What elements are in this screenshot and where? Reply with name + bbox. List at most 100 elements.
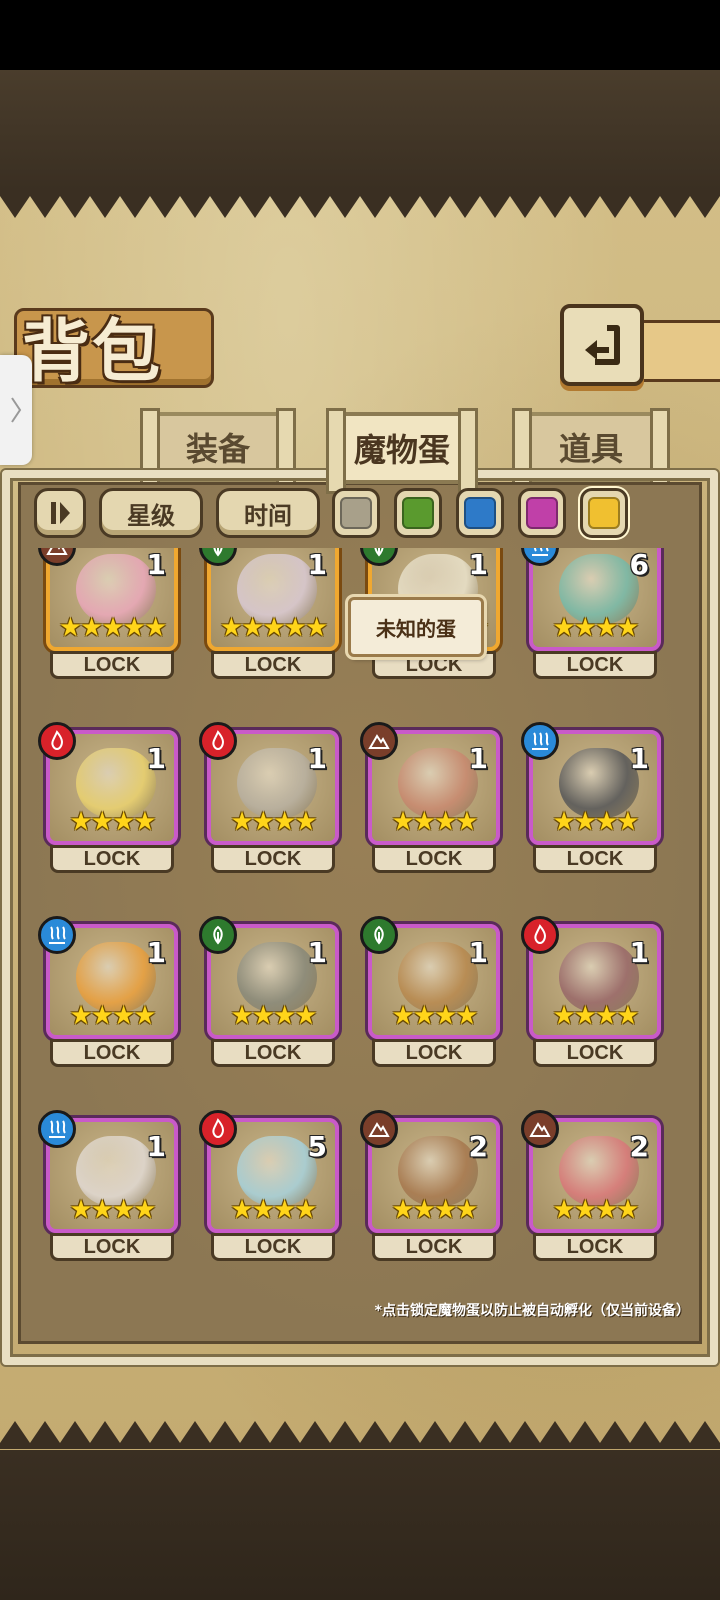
rarity-filter-blue[interactable] [456,488,504,538]
zigzag-border-bottom [0,1421,720,1449]
egg-count: 5 [307,1130,327,1163]
sort-toggle-icon [51,502,70,524]
egg-count: 1 [146,742,166,775]
bottom-map-strip [0,1450,720,1600]
egg-card[interactable]: 5 ★★★★ LOCK [199,1110,339,1263]
lock-button[interactable]: LOCK [50,1039,174,1067]
star-rating: ★★★★ [230,1195,317,1225]
egg-card[interactable]: 1 ★★★★ LOCK [199,916,339,1069]
sort-order-button[interactable] [34,488,86,538]
lock-button[interactable]: LOCK [533,651,657,679]
egg-card[interactable]: 1 ★★★★ LOCK [521,722,661,875]
lock-button[interactable]: LOCK [211,1039,335,1067]
star-rating: ★★★★ [391,807,478,837]
earth-element-icon [46,548,68,555]
star-rating: ★★★★ [69,807,156,837]
star-rating: ★★★★ [552,1001,639,1031]
star-rating: ★★★★ [230,807,317,837]
egg-count: 1 [307,936,327,969]
rarity-color-chip [402,497,434,529]
leaf-element-badge [199,916,237,954]
lock-button[interactable]: LOCK [372,845,496,873]
egg-card[interactable]: 1 ★★★★★ LOCK [38,548,178,681]
egg-count: 1 [146,936,166,969]
star-rating: ★★★★ [552,613,639,643]
star-rating: ★★★★ [552,807,639,837]
status-bar [0,0,720,70]
egg-card[interactable]: 1 ★★★★ LOCK [360,916,500,1069]
fire-element-icon [51,730,63,750]
egg-card[interactable]: 1 ★★★★ LOCK [199,722,339,875]
lock-hint-footnote: *点击锁定魔物蛋以防止被自动孵化（仅当前设备） [374,1303,690,1319]
top-map-strip [0,70,720,190]
egg-card[interactable]: 1 ★★★★ LOCK [360,722,500,875]
egg-card[interactable]: 1 ★★★★ LOCK [38,1110,178,1263]
leaf-element-icon [374,548,384,557]
egg-card[interactable]: 1 ★★★★ LOCK [38,916,178,1069]
egg-card[interactable]: 2 ★★★★ LOCK [521,1110,661,1263]
star-rating: ★★★★★ [219,613,329,643]
water-element-badge [38,916,76,954]
egg-card[interactable]: 1 ★★★★ LOCK [38,722,178,875]
rarity-color-chip [588,497,620,529]
page-title: 背包 [22,312,163,392]
tab-monster-eggs[interactable]: 魔物蛋 [326,408,478,494]
egg-count: 1 [629,936,649,969]
rarity-filter-purple[interactable] [518,488,566,538]
lock-button[interactable]: LOCK [50,845,174,873]
egg-count: 1 [468,936,488,969]
egg-count: 1 [146,548,166,581]
sort-by-time-button[interactable]: 时间 [216,488,320,538]
egg-count: 1 [629,742,649,775]
fire-element-badge [199,722,237,760]
back-button[interactable] [560,304,644,386]
egg-count: 2 [468,1130,488,1163]
lock-button[interactable]: LOCK [533,1039,657,1067]
rarity-filter-gold[interactable] [580,488,628,538]
lock-button[interactable]: LOCK [211,845,335,873]
rarity-color-chip [526,497,558,529]
fire-element-icon [534,924,546,944]
lock-button[interactable]: LOCK [50,651,174,679]
egg-card[interactable]: 1 ★★★★★ LOCK [199,548,339,681]
lock-button[interactable]: LOCK [50,1233,174,1261]
water-element-icon [49,926,66,944]
egg-card[interactable]: 2 ★★★★ LOCK [360,1110,500,1263]
water-element-icon [532,732,549,750]
fire-element-badge [521,916,559,954]
side-drawer-handle[interactable] [0,355,32,465]
earth-element-icon [368,1122,390,1137]
lock-button[interactable]: LOCK [372,1039,496,1067]
earth-element-badge [360,722,398,760]
egg-count: 1 [146,1130,166,1163]
water-element-badge [521,722,559,760]
egg-count: 1 [307,548,327,581]
fire-element-icon [212,730,224,750]
lock-button[interactable]: LOCK [533,845,657,873]
fire-element-badge [38,722,76,760]
water-element-icon [532,548,549,556]
earth-element-badge [521,1110,559,1148]
egg-card[interactable]: 6 ★★★★ LOCK [521,548,661,681]
egg-count: 2 [629,1130,649,1163]
leaf-element-icon [213,548,223,557]
rarity-filter-gray[interactable] [332,488,380,538]
egg-card[interactable]: 1 ★★★★ LOCK [521,916,661,1069]
water-element-badge [38,1110,76,1148]
fire-element-badge [199,1110,237,1148]
water-element-icon [49,1120,66,1138]
sort-by-time-label: 时间 [244,501,292,530]
rarity-filter-green[interactable] [394,488,442,538]
lock-button[interactable]: LOCK [211,1233,335,1261]
sort-by-star-button[interactable]: 星级 [99,488,203,538]
star-rating: ★★★★★ [58,613,168,643]
lock-button[interactable]: LOCK [372,1233,496,1261]
star-rating: ★★★★ [552,1195,639,1225]
star-rating: ★★★★ [391,1001,478,1031]
tab-label: 装备 [185,430,250,468]
lock-button[interactable]: LOCK [211,651,335,679]
sort-by-star-label: 星级 [127,501,175,530]
back-arrow-icon [585,325,620,365]
star-rating: ★★★★ [391,1195,478,1225]
lock-button[interactable]: LOCK [533,1233,657,1261]
